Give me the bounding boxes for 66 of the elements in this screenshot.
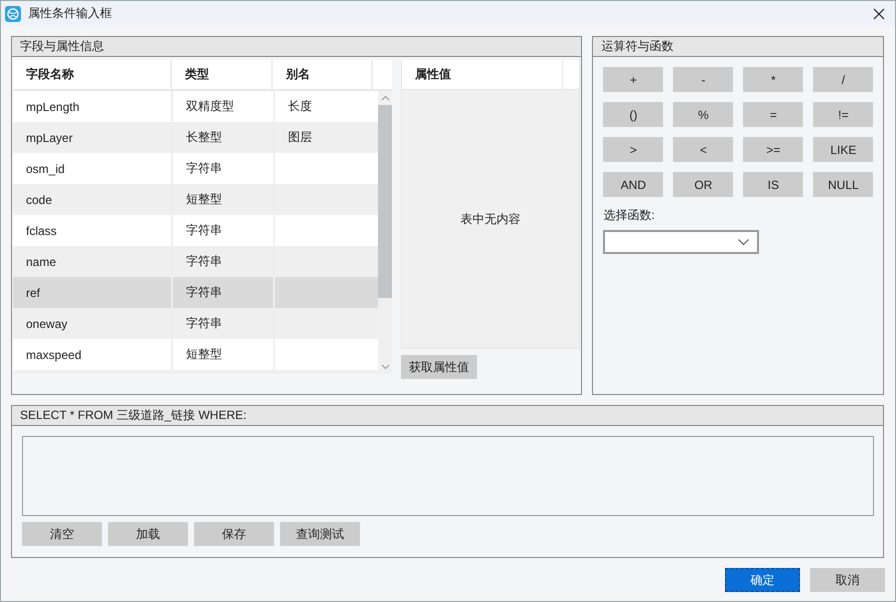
table-cell-text: name — [25, 254, 56, 268]
table-row[interactable]: ref 字符串 — [13, 277, 378, 308]
table-cell-text: 图层 — [287, 129, 312, 146]
query-prefix: SELECT * FROM 三级道路_链接 WHERE: — [12, 406, 883, 426]
operator-button[interactable]: < — [673, 137, 734, 162]
table-cell-text: 字符串 — [185, 222, 222, 239]
operator-button[interactable]: >= — [743, 137, 804, 162]
get-values-button[interactable]: 获取属性值 — [401, 355, 477, 379]
chevron-down-icon — [738, 239, 750, 245]
table-cell-text: oneway — [25, 316, 68, 330]
table-cell-text: 长度 — [287, 98, 312, 115]
operator-button[interactable]: % — [673, 102, 734, 127]
operator-button[interactable]: > — [603, 137, 664, 162]
group-title: 运算符与函数 — [593, 37, 883, 57]
operator-button[interactable]: IS — [743, 172, 804, 197]
empty-message: 表中无内容 — [460, 210, 520, 228]
query-button[interactable]: 保存 — [194, 522, 274, 546]
table-cell-text: 字符串 — [185, 284, 222, 301]
table-cell-text: code — [25, 192, 52, 206]
table-cell-text: ref — [25, 286, 40, 300]
cancel-button[interactable]: 取消 — [810, 568, 885, 592]
table-cell-text: 字符串 — [185, 160, 222, 177]
operator-button[interactable]: / — [813, 67, 874, 92]
table-cell-text: 双精度型 — [185, 98, 234, 115]
operator-button[interactable]: AND — [603, 172, 664, 197]
query-field[interactable] — [22, 436, 874, 516]
table-cell-text: 短整型 — [185, 346, 222, 363]
table-cell-text: fclass — [25, 224, 57, 238]
table-cell-text: maxspeed — [25, 348, 82, 362]
window-title: 属性条件输入框 — [28, 5, 112, 22]
table-row[interactable]: name 字符串 — [13, 246, 378, 277]
operator-button[interactable]: - — [673, 67, 734, 92]
scroll-thumb[interactable] — [378, 105, 392, 298]
table-row[interactable]: mpLayer 长整型 图层 — [13, 122, 378, 153]
ok-button[interactable]: 确定 — [725, 568, 800, 592]
close-icon[interactable] — [873, 8, 885, 20]
table-row[interactable]: oneway 字符串 — [13, 308, 378, 339]
scroll-down-icon[interactable] — [380, 364, 390, 370]
table-cell-text: 长整型 — [185, 129, 222, 146]
query-button[interactable]: 查询测试 — [280, 522, 360, 546]
function-label: 选择函数: — [602, 207, 656, 224]
operator-button[interactable]: OR — [673, 172, 734, 197]
table-cell-text: 短整型 — [185, 191, 222, 208]
app-icon — [5, 6, 21, 22]
query-button[interactable]: 加载 — [108, 522, 188, 546]
function-dropdown[interactable] — [603, 230, 760, 254]
table-row[interactable]: code 短整型 — [13, 184, 378, 215]
operator-button[interactable]: * — [743, 67, 804, 92]
operator-button[interactable]: NULL — [813, 172, 874, 197]
operator-button[interactable]: != — [813, 102, 874, 127]
table-cell-text: mpLength — [25, 100, 80, 114]
operator-button[interactable]: + — [603, 67, 664, 92]
operator-button[interactable]: () — [603, 102, 664, 127]
column-header[interactable]: 别名 — [273, 66, 310, 83]
group-title: 字段与属性信息 — [12, 37, 582, 57]
column-header[interactable]: 类型 — [172, 66, 209, 83]
operator-button[interactable]: = — [743, 102, 804, 127]
query-button[interactable]: 清空 — [22, 522, 102, 546]
table-cell-text: 字符串 — [185, 253, 222, 270]
operator-button[interactable]: LIKE — [813, 137, 874, 162]
scroll-up-icon[interactable] — [380, 95, 390, 101]
scrollbar[interactable] — [378, 91, 392, 374]
table-cell-text: mpLayer — [25, 130, 73, 144]
table-cell-text: osm_id — [25, 162, 65, 176]
column-header[interactable]: 字段名称 — [13, 66, 74, 83]
table-cell-text: 字符串 — [185, 315, 222, 332]
